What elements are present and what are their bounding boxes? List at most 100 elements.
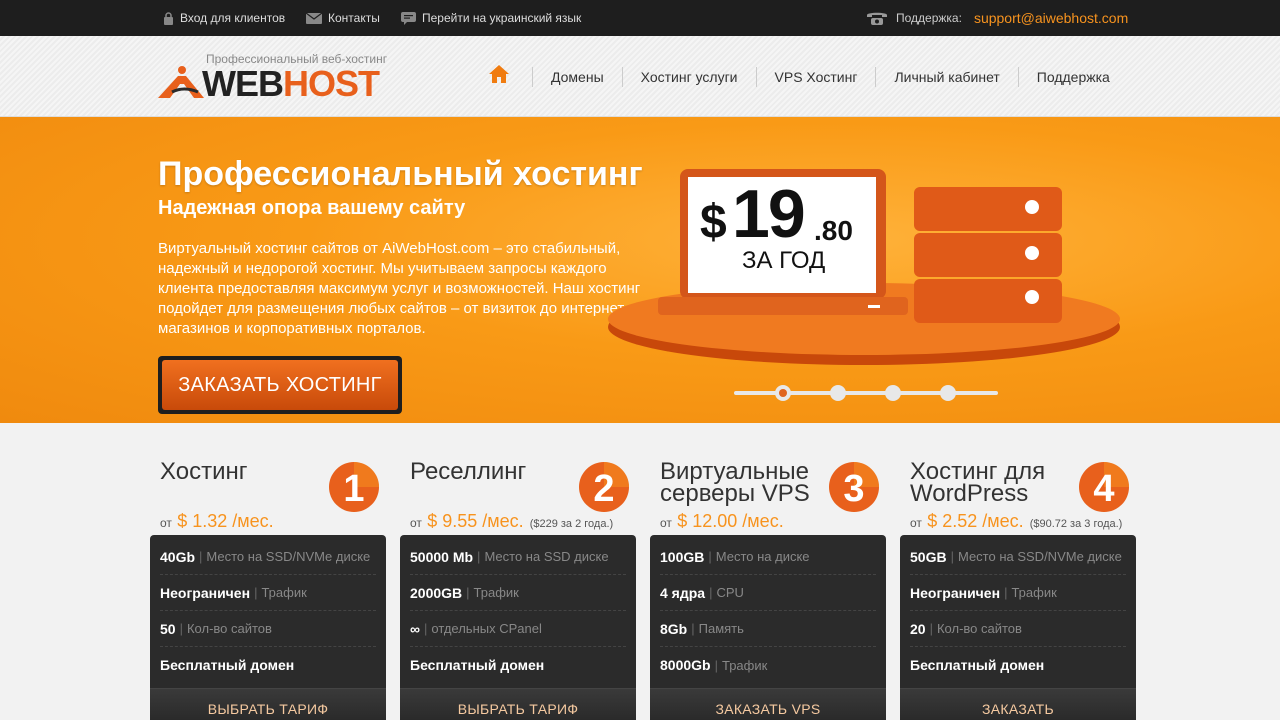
plan-vps: Виртуальные серверы VPS 3 от $ 12.00 /ме… <box>650 423 886 720</box>
banner-subtitle: Надежная опора вашему сайту <box>158 197 466 219</box>
feature-row: ∞ | отдельных CPanel <box>410 611 626 647</box>
nav-support[interactable]: Поддержка <box>1017 66 1128 87</box>
price-from: от <box>160 516 172 530</box>
feature-row: 40Gb | Место на SSD/NVMe диске <box>160 539 376 575</box>
feature-label: Кол-во сайтов <box>936 621 1022 636</box>
feature-value: 50 <box>160 620 176 637</box>
logo-word-web: WEB <box>202 63 284 104</box>
price-amount: $ 9.55 /мес. <box>427 511 524 531</box>
feature-value: 20 <box>910 620 926 637</box>
plan-price: от $ 12.00 /мес. <box>660 511 784 532</box>
feature-row: 50GB | Место на SSD/NVMe диске <box>910 539 1126 575</box>
client-login-label: Вход для клиентов <box>180 11 286 25</box>
price-from: от <box>910 516 922 530</box>
slide-dot-1[interactable] <box>775 385 791 401</box>
feature-row: Неограничен | Трафик <box>160 575 376 611</box>
feature-row: Бесплатный домен <box>910 647 1126 683</box>
number-1-badge-icon: 1 <box>329 462 379 512</box>
feature-label: Трафик <box>261 585 307 600</box>
contacts-label: Контакты <box>328 11 380 25</box>
feature-label: Трафик <box>721 657 768 673</box>
support-email-link[interactable]: support@aiwebhost.com <box>974 10 1128 26</box>
badge-number: 1 <box>343 468 364 510</box>
feature-value: ∞ <box>410 620 420 637</box>
plan-price: от $ 9.55 /мес. ($229 за 2 года.) <box>410 511 613 532</box>
price-amount: $ 1.32 /мес. <box>177 511 274 531</box>
feature-label: отдельных CPanel <box>431 621 542 636</box>
feature-row: 100GB | Место на диске <box>660 539 876 575</box>
feature-row: Неограничен | Трафик <box>910 575 1126 611</box>
feature-label: Место на SSD/NVMe диске <box>206 549 371 564</box>
site-header: Профессиональный веб-хостинг WEBHOST Дом… <box>0 36 1280 117</box>
order-hosting-button[interactable]: ЗАКАЗАТЬ ХОСТИНГ <box>158 356 402 414</box>
order-hosting-label: ЗАКАЗАТЬ ХОСТИНГ <box>162 360 398 410</box>
feature-value: Бесплатный домен <box>160 657 295 673</box>
price-amount: $ 2.52 /мес. <box>927 511 1024 531</box>
order-vps-button[interactable]: ЗАКАЗАТЬ VPS <box>650 688 886 720</box>
logo-wordmark: WEBHOST <box>202 63 380 104</box>
plan-price: от $ 1.32 /мес. <box>160 511 274 532</box>
main-nav: Домены Хостинг услуги VPS Хостинг Личный… <box>486 36 1128 117</box>
select-plan-button[interactable]: ВЫБРАТЬ ТАРИФ <box>150 688 386 720</box>
price-from: от <box>410 516 422 530</box>
feature-value: 2000GB <box>410 584 463 601</box>
feature-label: CPU <box>716 585 744 600</box>
number-3-badge-icon: 3 <box>829 462 879 512</box>
client-login-link[interactable]: Вход для клиентов <box>163 0 285 36</box>
feature-row: 4 ядра | CPU <box>660 575 876 611</box>
feature-row: Бесплатный домен <box>160 647 376 683</box>
nav-domains[interactable]: Домены <box>532 66 622 87</box>
feature-row: 50 | Кол-во сайтов <box>160 611 376 647</box>
price-main: 19 <box>732 176 806 252</box>
plan-features-card: 50000 Mb | Место на SSD диске 2000GB | Трафи… <box>400 535 636 720</box>
price-note: ($90.72 за 3 года.) <box>1029 518 1123 530</box>
slide-dot-2[interactable] <box>830 385 846 401</box>
feature-label: Кол-во сайтов <box>186 621 272 636</box>
plan-hosting: Хостинг 1 от $ 1.32 /мес. 40Gb | Место на … <box>150 423 386 720</box>
support-label: Поддержка: <box>896 11 962 25</box>
contacts-link[interactable]: Контакты <box>306 0 380 36</box>
nav-account[interactable]: Личный кабинет <box>875 66 1017 87</box>
nav-home[interactable] <box>486 64 532 89</box>
feature-row: 20 | Кол-во сайтов <box>910 611 1126 647</box>
badge-number: 3 <box>843 468 864 510</box>
feature-label: Трафик <box>1011 585 1057 600</box>
feature-value: 50GB <box>910 548 947 565</box>
feature-value: 8000Gb <box>660 657 711 673</box>
feature-value: 50000 Mb <box>410 548 474 565</box>
language-switch-link[interactable]: Перейти на украинский язык <box>401 0 581 36</box>
select-plan-button[interactable]: ВЫБРАТЬ ТАРИФ <box>400 688 636 720</box>
plan-title: Хостинг для WordPress <box>910 458 1046 507</box>
feature-row: 8000Gb | Трафик <box>660 657 768 673</box>
price-cents: .80 <box>814 215 853 246</box>
logo-word-host: HOST <box>283 63 380 104</box>
feature-value: Бесплатный домен <box>410 657 545 673</box>
plan-features-card: 40Gb | Место на SSD/NVMe диске Неограничен… <box>150 535 386 720</box>
lock-icon <box>164 11 173 25</box>
feature-label: Трафик <box>473 585 519 600</box>
feature-label: Место на диске <box>715 549 810 564</box>
feature-value: 4 ядра <box>660 584 706 601</box>
number-4-badge-icon: 4 <box>1079 462 1129 512</box>
feature-value: Неограничен <box>160 584 251 601</box>
price-currency: $ <box>700 196 727 249</box>
plan-features-card: 100GB | Место на диске 4 ядра | CPU 8Gb | Памя… <box>650 535 886 720</box>
logo[interactable]: Профессиональный веб-хостинг WEBHOST <box>158 50 398 102</box>
price-period: ЗА ГОД <box>742 247 826 274</box>
plan-title: Хостинг <box>160 458 248 485</box>
nav-vps-hosting[interactable]: VPS Хостинг <box>755 66 876 87</box>
plan-price: от $ 2.52 /мес. ($90.72 за 3 года.) <box>910 511 1122 532</box>
number-2-badge-icon: 2 <box>579 462 629 512</box>
envelope-icon <box>306 12 322 24</box>
slider-pagination <box>734 385 998 401</box>
logo-a-mark-icon <box>158 66 204 98</box>
feature-row: 2000GB | Трафик <box>410 575 626 611</box>
order-button[interactable]: ЗАКАЗАТЬ <box>900 688 1136 720</box>
slide-dot-3[interactable] <box>885 385 901 401</box>
slide-dot-4[interactable] <box>940 385 956 401</box>
feature-label: Память <box>698 621 744 636</box>
nav-hosting-services[interactable]: Хостинг услуги <box>621 66 756 87</box>
plan-title: Реселлинг <box>410 458 527 485</box>
top-bar: Вход для клиентов Контакты Перейти на ук… <box>0 0 1280 36</box>
language-switch-label: Перейти на украинский язык <box>422 11 582 25</box>
